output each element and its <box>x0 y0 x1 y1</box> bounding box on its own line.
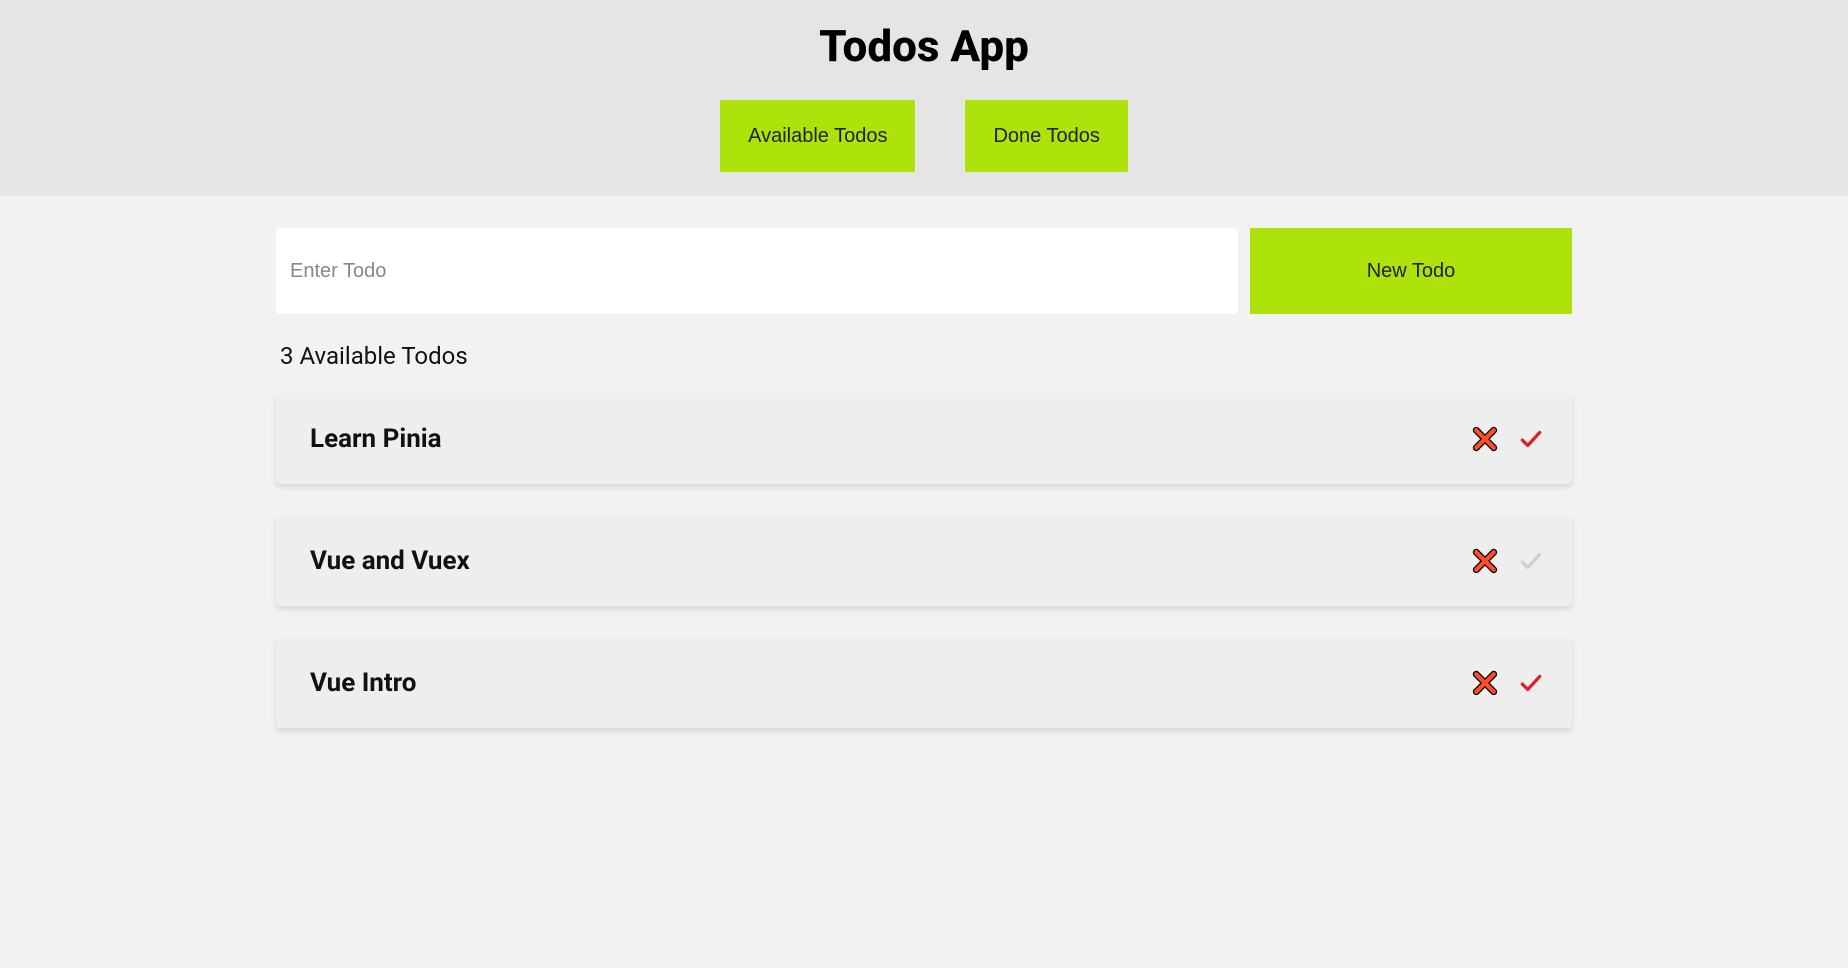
complete-button[interactable] <box>1518 548 1544 574</box>
available-count-label: 3 Available Todos <box>276 342 1572 370</box>
app-title: Todos App <box>0 20 1848 72</box>
delete-button[interactable] <box>1470 668 1500 698</box>
todo-actions <box>1470 424 1544 454</box>
todo-actions <box>1470 546 1544 576</box>
delete-icon <box>1470 424 1500 454</box>
todo-card: Vue and Vuex <box>276 516 1572 606</box>
delete-button[interactable] <box>1470 546 1500 576</box>
todo-title: Vue Intro <box>310 668 416 698</box>
todo-actions <box>1470 668 1544 698</box>
delete-button[interactable] <box>1470 424 1500 454</box>
tab-done-todos[interactable]: Done Todos <box>965 100 1127 172</box>
main-container: New Todo 3 Available Todos Learn Pinia V… <box>264 196 1584 728</box>
header: Todos App Available Todos Done Todos <box>0 0 1848 196</box>
check-icon <box>1518 670 1544 696</box>
complete-button[interactable] <box>1518 426 1544 452</box>
input-row: New Todo <box>276 228 1572 314</box>
tabs: Available Todos Done Todos <box>0 100 1848 172</box>
delete-icon <box>1470 668 1500 698</box>
new-todo-button[interactable]: New Todo <box>1250 228 1572 314</box>
tab-available-todos[interactable]: Available Todos <box>720 100 915 172</box>
todo-input[interactable] <box>276 228 1238 314</box>
todo-title: Vue and Vuex <box>310 546 470 576</box>
complete-button[interactable] <box>1518 670 1544 696</box>
todo-card: Vue Intro <box>276 638 1572 728</box>
todo-list: Learn Pinia Vue and Vuex Vue Intro <box>276 394 1572 728</box>
todo-title: Learn Pinia <box>310 424 442 454</box>
delete-icon <box>1470 546 1500 576</box>
check-icon <box>1518 548 1544 574</box>
check-icon <box>1518 426 1544 452</box>
todo-card: Learn Pinia <box>276 394 1572 484</box>
